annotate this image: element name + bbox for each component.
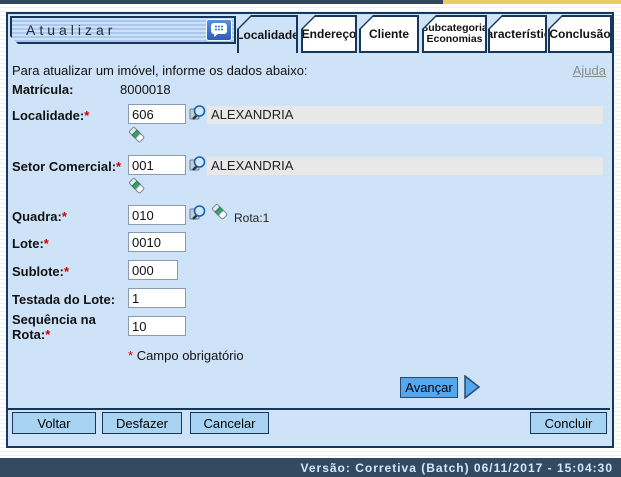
testada-label: Testada do Lote: <box>12 292 126 307</box>
setor-search-icon[interactable] <box>189 155 207 173</box>
top-accent-gold <box>443 0 621 4</box>
page-title: Atualizar <box>12 22 206 38</box>
required-asterisk: * <box>44 236 49 251</box>
setor-label: Setor Comercial:* <box>12 159 126 174</box>
tab-localidade[interactable]: Localidade <box>237 15 298 53</box>
panel-title-bar: Atualizar <box>10 16 236 44</box>
tab-cliente-label: Cliente <box>361 17 417 51</box>
setor-eraser-icon[interactable] <box>128 177 146 195</box>
sequencia-input[interactable] <box>128 316 186 336</box>
lote-input[interactable] <box>128 232 186 252</box>
required-asterisk: * <box>128 348 133 363</box>
quadra-input[interactable] <box>128 205 186 225</box>
concluir-button[interactable]: Concluir <box>530 412 607 434</box>
tab-localidade-label: Localidade <box>239 17 296 53</box>
tab-subcategoria-label: Subcategoria Economias <box>424 17 485 51</box>
desfazer-button[interactable]: Desfazer <box>102 412 182 434</box>
required-asterisk: * <box>84 108 89 123</box>
tab-endereco-label: Endereço <box>303 17 355 51</box>
required-asterisk: * <box>116 159 121 174</box>
tab-caracteristica[interactable]: Característica <box>488 15 547 53</box>
matricula-label: Matrícula: <box>12 82 126 97</box>
setor-description: ALEXANDRIA <box>207 157 603 175</box>
button-separator-line <box>8 408 610 410</box>
localidade-search-icon[interactable] <box>189 104 207 122</box>
required-field-note: * Campo obrigatório <box>128 348 244 363</box>
localidade-label: Localidade:* <box>12 108 126 123</box>
localidade-eraser-icon[interactable] <box>128 126 146 144</box>
speech-bubble-icon[interactable] <box>206 19 232 41</box>
required-asterisk: * <box>62 209 67 224</box>
localidade-description: ALEXANDRIA <box>207 106 603 124</box>
help-link[interactable]: Ajuda <box>573 63 606 78</box>
sublote-label: Sublote:* <box>12 264 126 279</box>
voltar-button[interactable]: Voltar <box>12 412 96 434</box>
localidade-input[interactable] <box>128 104 186 124</box>
matricula-value: 8000018 <box>120 82 171 97</box>
tab-endereco[interactable]: Endereço <box>301 15 357 53</box>
top-accent-bar <box>0 0 621 4</box>
atualizar-panel: Atualizar Localidade Endereço Cliente Su… <box>6 12 614 448</box>
version-footer-bar: Versão: Corretiva (Batch) 06/11/2017 - 1… <box>0 458 621 477</box>
testada-input[interactable] <box>128 288 186 308</box>
avancar-button[interactable]: Avançar <box>400 377 458 398</box>
tab-caracteristica-label: Característica <box>490 17 545 51</box>
next-arrow-icon[interactable] <box>464 375 481 404</box>
intro-text: Para atualizar um imóvel, informe os dad… <box>12 63 308 78</box>
sublote-input[interactable] <box>128 260 178 280</box>
sequencia-label: Sequência na Rota:* <box>12 312 126 342</box>
tab-subcategoria-economias[interactable]: Subcategoria Economias <box>422 15 487 53</box>
setor-input[interactable] <box>128 155 186 175</box>
version-text: Versão: Corretiva (Batch) 06/11/2017 - 1… <box>301 461 621 475</box>
quadra-eraser-icon[interactable] <box>211 203 229 221</box>
required-asterisk: * <box>45 327 50 342</box>
tab-cliente[interactable]: Cliente <box>359 15 419 53</box>
required-asterisk: * <box>64 264 69 279</box>
cancelar-button[interactable]: Cancelar <box>190 412 269 434</box>
tab-conclusao-label: Conclusão <box>550 17 610 51</box>
lote-label: Lote:* <box>12 236 126 251</box>
quadra-label: Quadra:* <box>12 209 126 224</box>
quadra-search-icon[interactable] <box>189 204 207 222</box>
rota-value: Rota:1 <box>234 211 269 225</box>
tab-conclusao[interactable]: Conclusão <box>548 15 612 53</box>
